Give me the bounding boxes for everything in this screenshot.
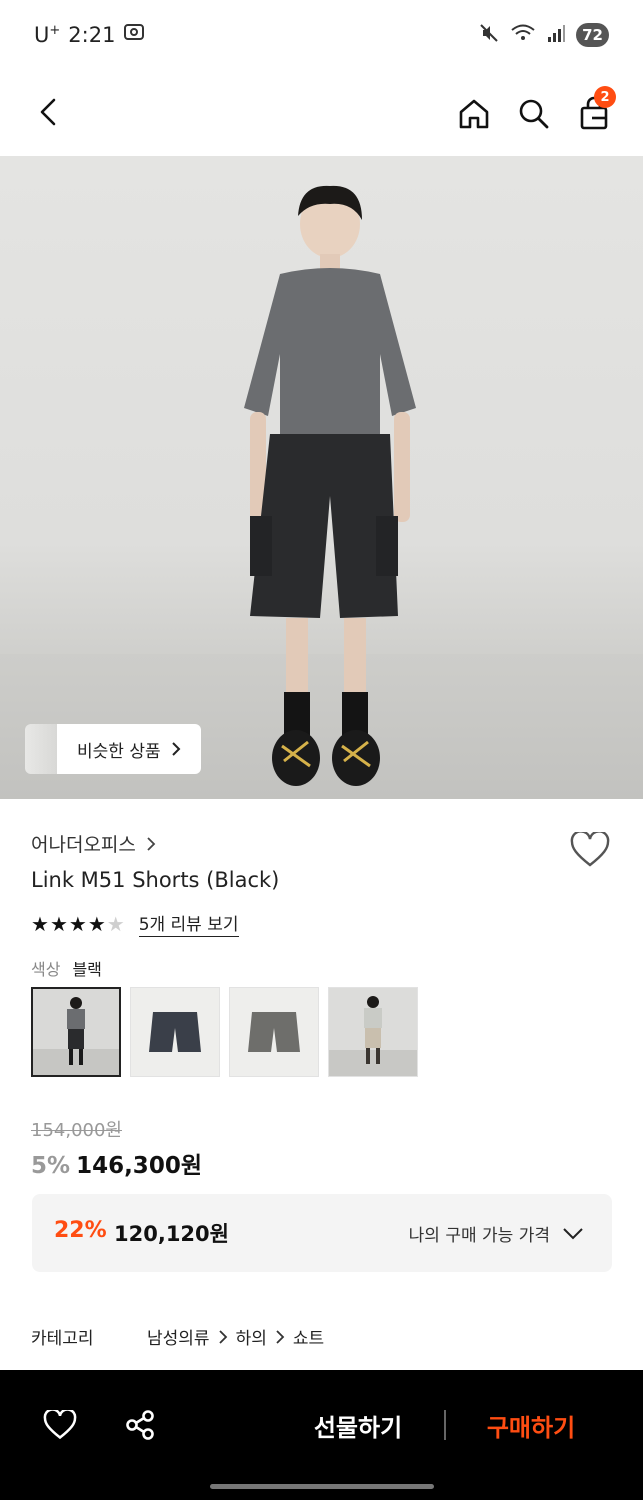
chevron-down-icon <box>563 1227 583 1239</box>
color-label: 색상 <box>31 960 61 979</box>
brand-name: 어나더오피스 <box>31 834 136 856</box>
signal-icon <box>546 23 566 47</box>
home-icon <box>459 99 489 129</box>
member-discount-percent: 22% <box>54 1218 107 1243</box>
heart-icon <box>43 1410 77 1440</box>
chevron-right-icon <box>147 836 156 851</box>
status-right: 72 <box>478 22 609 48</box>
color-swatches <box>31 987 418 1077</box>
like-button[interactable] <box>40 1405 80 1445</box>
similar-thumbnail <box>25 724 57 774</box>
share-icon <box>126 1410 154 1440</box>
swatch-gray[interactable] <box>229 987 319 1077</box>
cart-count-badge: 2 <box>594 86 616 108</box>
search-icon <box>519 99 549 129</box>
chevron-right-icon <box>218 1329 227 1344</box>
category-label: 카테고리 <box>31 1329 94 1349</box>
category-row: 카테고리 남성의류 하의 쇼트 <box>31 1324 324 1349</box>
breadcrumb: 남성의류 하의 쇼트 <box>147 1324 324 1349</box>
discount-percent: 5% <box>31 1153 71 1179</box>
sale-price-row: 5% 146,300원 <box>31 1146 202 1180</box>
status-left: U+ 2:21 <box>34 22 145 47</box>
wifi-icon <box>510 22 536 48</box>
chevron-right-icon <box>276 1329 285 1344</box>
star-icon: ★ <box>68 911 87 936</box>
swatch-black[interactable] <box>31 987 121 1077</box>
star-icon: ★ <box>31 911 49 936</box>
star-icon: ★ <box>49 911 68 936</box>
status-bar: U+ 2:21 72 <box>0 0 643 72</box>
star-rating: ★ ★ ★ ★ ★ <box>31 912 125 936</box>
product-title: Link M51 Shorts (Black) <box>31 868 280 892</box>
wishlist-button[interactable] <box>568 828 612 872</box>
member-price-box[interactable]: 22% 120,120원 나의 구매 가능 가격 <box>32 1194 612 1272</box>
clock: 2:21 <box>68 22 116 47</box>
product-hero-image[interactable]: 비슷한 상품 <box>0 156 643 799</box>
home-indicator[interactable] <box>210 1484 434 1489</box>
original-price: 154,000원 <box>31 1120 122 1141</box>
similar-products-label: 비슷한 상품 <box>57 724 201 774</box>
color-row: 색상 블랙 <box>31 956 102 980</box>
swatch-beige[interactable] <box>328 987 418 1077</box>
view-reviews-link[interactable]: 5개 리뷰 보기 <box>138 910 239 937</box>
similar-products-button[interactable]: 비슷한 상품 <box>25 724 201 774</box>
member-price: 120,120원 <box>114 1222 229 1246</box>
bottom-action-bar: 선물하기 구매하기 <box>0 1370 643 1500</box>
gift-button[interactable]: 선물하기 <box>290 1400 426 1450</box>
model-figure <box>244 185 416 786</box>
carrier-label: U+ <box>34 22 61 47</box>
color-value: 블랙 <box>72 960 102 979</box>
top-nav: 2 <box>0 72 643 156</box>
brand-link[interactable]: 어나더오피스 <box>31 830 156 857</box>
member-price-label: 나의 구매 가능 가격 <box>408 1226 550 1246</box>
mute-icon <box>478 22 500 48</box>
share-button[interactable] <box>120 1405 160 1445</box>
search-button[interactable] <box>512 92 556 136</box>
chevron-right-icon <box>171 742 181 756</box>
home-button[interactable] <box>452 92 496 136</box>
sale-price: 146,300원 <box>76 1153 202 1179</box>
rating-row: ★ ★ ★ ★ ★ 5개 리뷰 보기 <box>31 910 239 937</box>
chevron-left-icon <box>40 98 56 126</box>
crumb-bottoms[interactable]: 하의 <box>236 1324 267 1349</box>
screenshot-icon <box>123 22 145 47</box>
buy-button[interactable]: 구매하기 <box>466 1400 596 1450</box>
swatch-navy[interactable] <box>130 987 220 1077</box>
cart-button[interactable]: 2 <box>572 86 616 136</box>
crumb-shorts[interactable]: 쇼트 <box>293 1324 324 1349</box>
battery-indicator: 72 <box>576 23 609 47</box>
back-button[interactable] <box>28 92 68 132</box>
member-price-toggle: 나의 구매 가능 가격 <box>409 1221 584 1246</box>
heart-icon <box>570 832 610 867</box>
star-empty-icon: ★ <box>106 911 125 936</box>
action-divider <box>444 1410 446 1440</box>
crumb-men-clothing[interactable]: 남성의류 <box>147 1324 210 1349</box>
star-icon: ★ <box>87 911 106 936</box>
